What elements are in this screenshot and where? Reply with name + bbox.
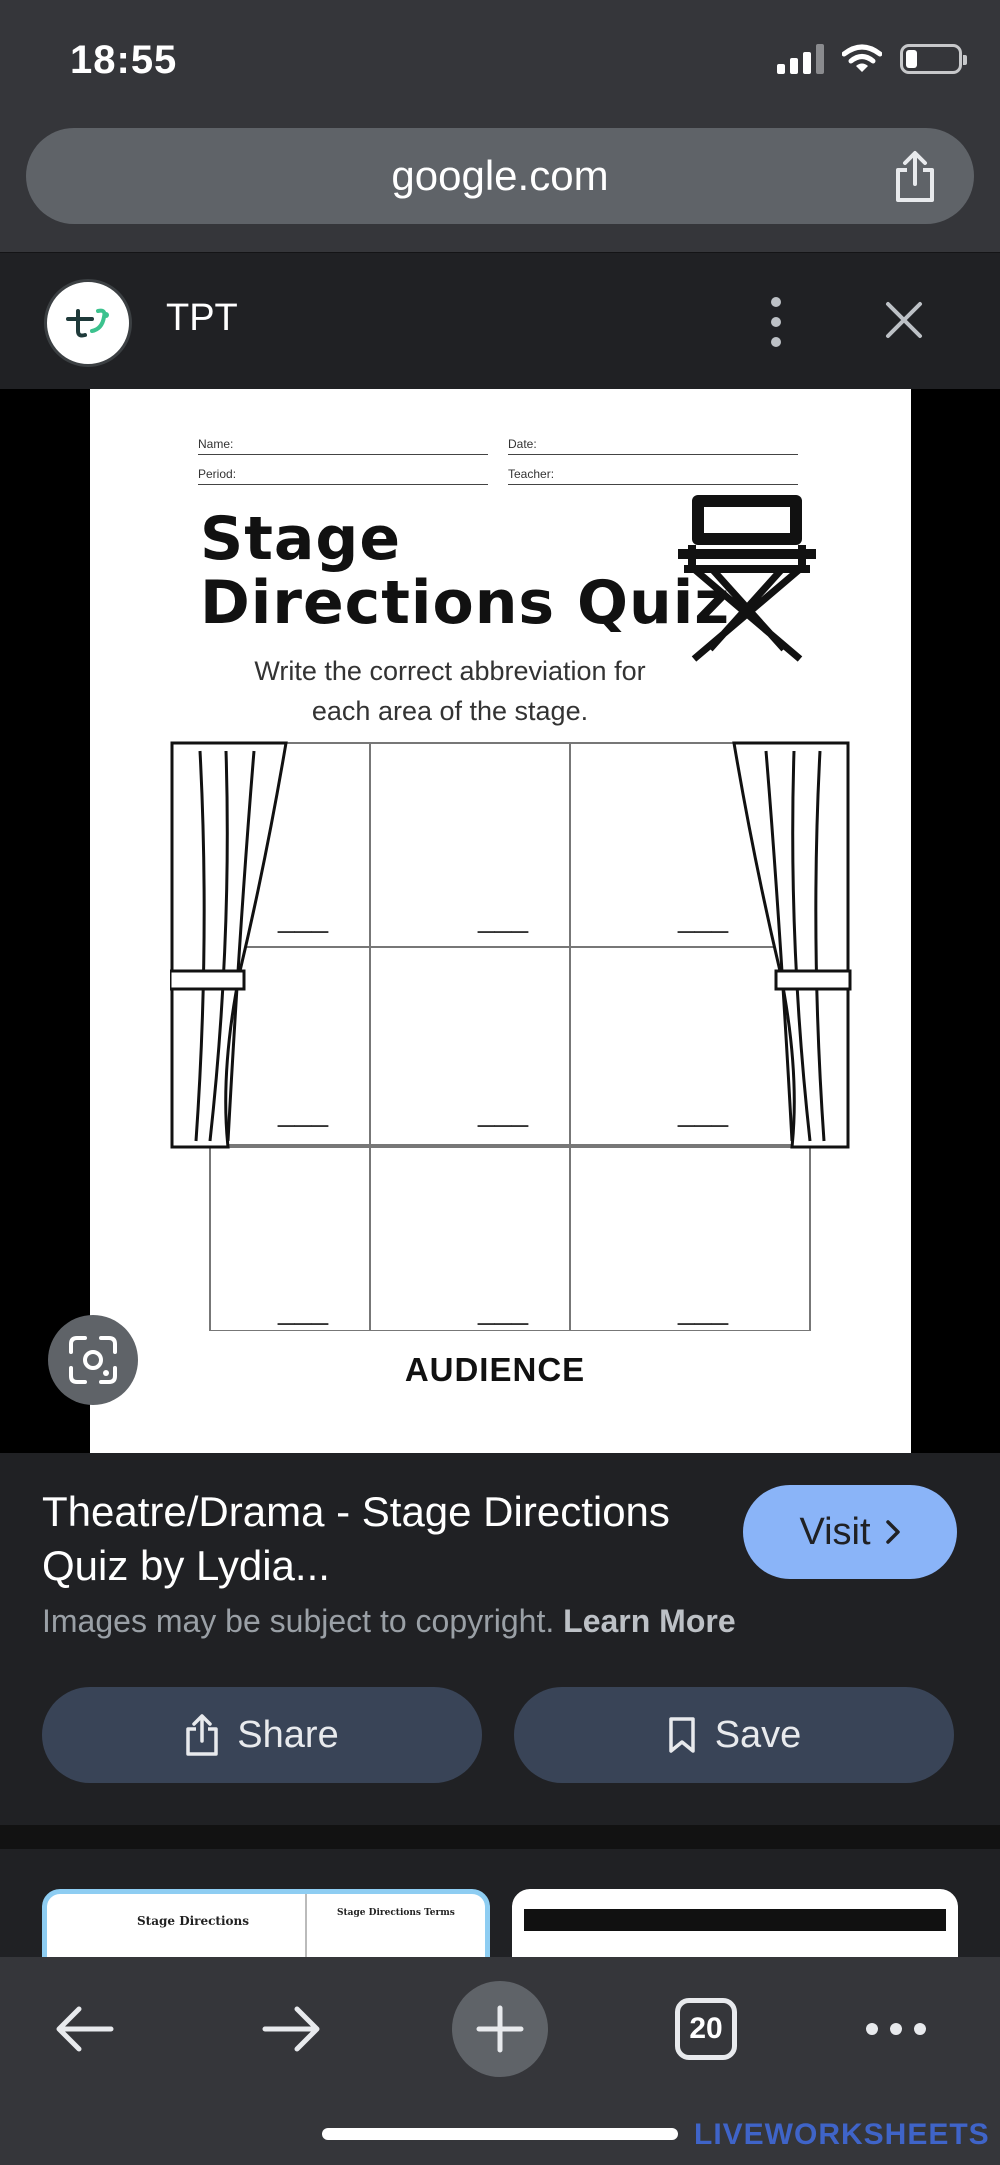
cellular-signal-icon bbox=[777, 44, 824, 74]
directors-chair-icon bbox=[678, 495, 816, 662]
save-label: Save bbox=[714, 1713, 802, 1756]
copyright-text: Images may be subject to copyright. bbox=[42, 1603, 555, 1639]
left-curtain-icon bbox=[170, 741, 288, 1149]
source-name: TPT bbox=[166, 297, 238, 339]
blank-upstage-center: ___ bbox=[478, 901, 529, 934]
visit-label: Visit bbox=[799, 1510, 871, 1553]
back-button[interactable] bbox=[36, 1981, 132, 2077]
forward-button[interactable] bbox=[244, 1981, 340, 2077]
close-icon[interactable] bbox=[880, 296, 928, 344]
quiz-title-line2: Directions Quiz bbox=[200, 568, 731, 638]
audience-label: AUDIENCE bbox=[404, 1351, 586, 1388]
stage-grid bbox=[170, 741, 852, 1331]
related-thumbnail-title: Stage Directions Terms bbox=[337, 1908, 455, 1918]
blank-center-right: ___ bbox=[278, 1095, 329, 1128]
wifi-icon bbox=[842, 44, 882, 72]
result-info: Theatre/Drama - Stage Directions Quiz by… bbox=[0, 1453, 1000, 1825]
more-horizontal-icon bbox=[866, 2023, 926, 2035]
name-field: Name: bbox=[198, 437, 488, 455]
url-text: google.com bbox=[391, 152, 609, 199]
bookmark-icon bbox=[668, 1717, 695, 1753]
browser-top-area: 18:55 google.com bbox=[0, 0, 1000, 252]
instructions-line1: Write the correct abbreviation for bbox=[254, 656, 646, 686]
status-time: 18:55 bbox=[70, 38, 178, 82]
watermark-logo: LIVEWORKSHEETS bbox=[694, 2118, 990, 2151]
share-button[interactable]: Share bbox=[42, 1687, 482, 1783]
image-preview[interactable]: Name: Date: Period: Teacher: Stage Direc… bbox=[0, 389, 1000, 1453]
share-page-icon[interactable] bbox=[890, 150, 940, 204]
blank-upstage-left: ___ bbox=[678, 901, 729, 934]
share-label: Share bbox=[237, 1713, 339, 1756]
tpt-logo[interactable] bbox=[44, 279, 132, 367]
plus-icon bbox=[476, 2005, 524, 2053]
new-tab-button[interactable] bbox=[452, 1981, 548, 2077]
share-icon bbox=[186, 1714, 219, 1756]
visit-button[interactable]: Visit bbox=[743, 1485, 957, 1579]
period-field: Period: bbox=[198, 467, 488, 485]
quiz-title: Stage Directions Quiz bbox=[200, 507, 730, 635]
date-field: Date: bbox=[508, 437, 798, 455]
blank-downstage-left: ___ bbox=[678, 1293, 729, 1326]
lens-button[interactable] bbox=[48, 1315, 138, 1405]
thumbnail-bar bbox=[524, 1909, 946, 1931]
arrow-left-icon bbox=[56, 2006, 114, 2052]
instructions-line2: each area of the stage. bbox=[311, 696, 589, 726]
related-thumbnail[interactable] bbox=[512, 1889, 958, 1957]
menu-button[interactable] bbox=[848, 1981, 944, 2077]
tab-switcher-button[interactable]: 20 bbox=[658, 1981, 754, 2077]
tpt-logo-mark-icon bbox=[66, 308, 109, 338]
more-options-icon[interactable] bbox=[766, 297, 786, 347]
quiz-title-line1: Stage bbox=[200, 504, 402, 574]
quiz-instructions: Write the correct abbreviation for each … bbox=[250, 651, 650, 731]
related-thumbnail[interactable]: Stage Directions Stage Directions Terms bbox=[42, 1889, 490, 1957]
blank-upstage-right: ___ bbox=[278, 901, 329, 934]
google-lens-icon bbox=[69, 1336, 117, 1384]
thumbnail-divider bbox=[305, 1894, 307, 1957]
blank-center: ___ bbox=[478, 1095, 529, 1128]
chevron-right-icon bbox=[885, 1520, 900, 1544]
blank-downstage-center: ___ bbox=[478, 1293, 529, 1326]
battery-icon bbox=[900, 44, 967, 74]
right-curtain-icon bbox=[732, 741, 852, 1149]
learn-more-link[interactable]: Learn More bbox=[563, 1603, 735, 1639]
result-title[interactable]: Theatre/Drama - Stage Directions Quiz by… bbox=[42, 1485, 702, 1593]
teacher-field: Teacher: bbox=[508, 467, 798, 485]
copyright-notice: Images may be subject to copyright. Lear… bbox=[42, 1603, 736, 1640]
section-divider bbox=[0, 1825, 1000, 1849]
related-thumbnail-title: Stage Directions bbox=[137, 1914, 250, 1928]
save-button[interactable]: Save bbox=[514, 1687, 954, 1783]
blank-center-left: ___ bbox=[678, 1095, 729, 1128]
blank-downstage-right: ___ bbox=[278, 1293, 329, 1326]
address-bar[interactable]: google.com bbox=[26, 128, 974, 224]
tab-count: 20 bbox=[675, 1998, 737, 2060]
arrow-right-icon bbox=[262, 2006, 320, 2052]
status-icons bbox=[777, 44, 967, 74]
related-images: Stage Directions Stage Directions Terms bbox=[0, 1849, 1000, 1957]
home-indicator[interactable] bbox=[322, 2128, 678, 2140]
source-header: TPT bbox=[0, 252, 1000, 388]
worksheet-image: Name: Date: Period: Teacher: Stage Direc… bbox=[90, 389, 911, 1453]
